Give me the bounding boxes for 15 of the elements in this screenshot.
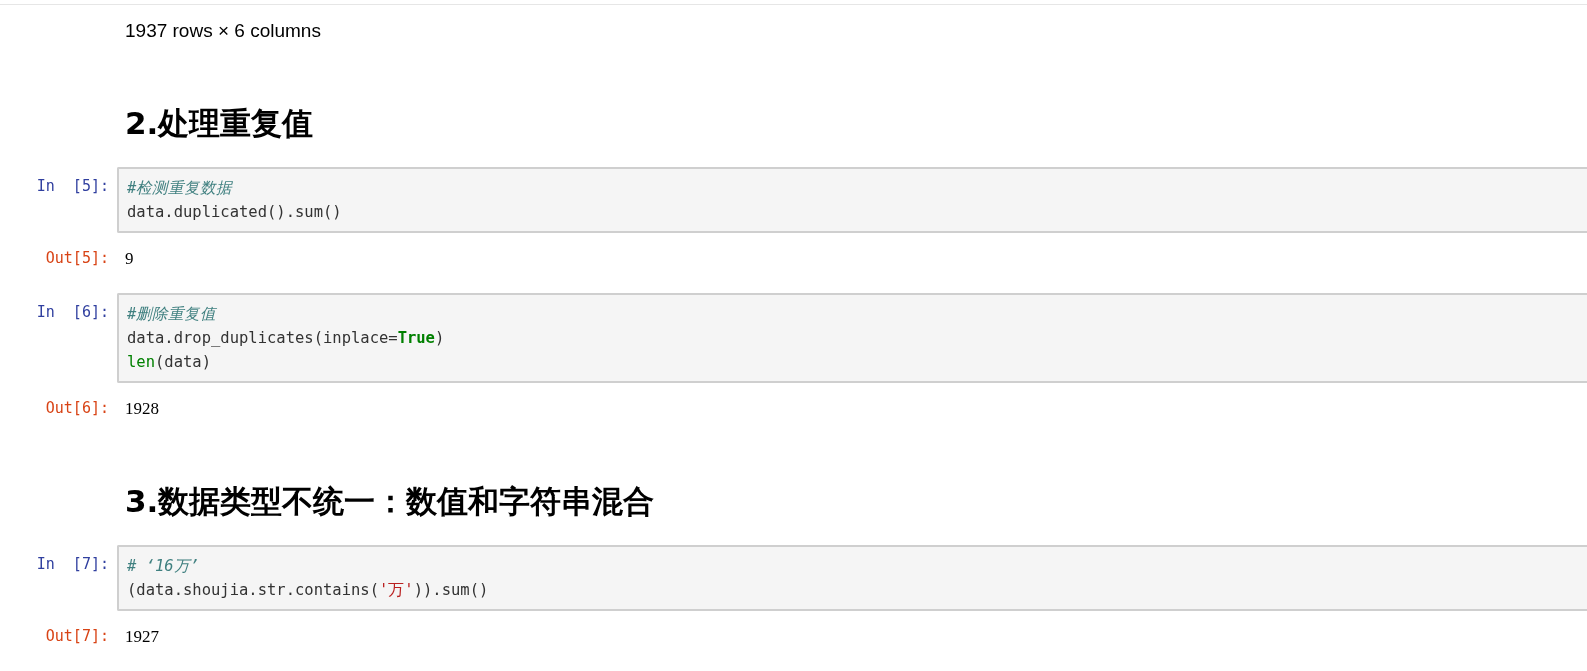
input-prompt: In [5]: bbox=[36, 176, 110, 195]
code-cell[interactable]: #删除重复值 data.drop_duplicates(inplace=True) len(data) bbox=[117, 293, 1587, 383]
section-heading: 3.数据类型不统一：数值和字符串混合 bbox=[124, 482, 655, 521]
code-cell[interactable]: #检测重复数据 data.duplicated().sum() bbox=[117, 167, 1587, 233]
output-text: 9 bbox=[124, 248, 134, 270]
output-prompt: Out[7]: bbox=[45, 626, 110, 645]
output-text: 1928 bbox=[124, 398, 159, 420]
output-prompt: Out[6]: bbox=[45, 398, 110, 417]
input-prompt: In [6]: bbox=[36, 302, 110, 321]
output-prompt: Out[5]: bbox=[45, 248, 110, 267]
output-text: 1937 rows × 6 columns bbox=[124, 19, 321, 43]
output-text: 1927 bbox=[124, 626, 159, 648]
section-heading: 2.处理重复值 bbox=[124, 104, 314, 143]
code-cell[interactable]: # ‘16万’ (data.shoujia.str.contains('万')).sum() bbox=[117, 545, 1587, 611]
input-prompt: In [7]: bbox=[36, 554, 110, 573]
